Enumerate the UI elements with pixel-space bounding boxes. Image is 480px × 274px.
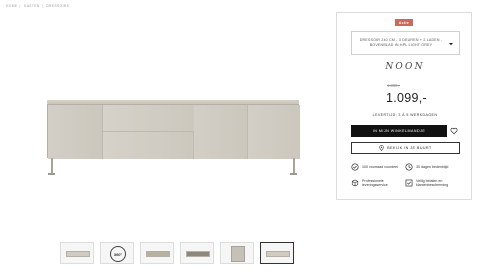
- wishlist-button[interactable]: [448, 125, 460, 137]
- product-info-card: Actie DRESSOIR 240 CM - 3 DEUREN + 2 LAD…: [336, 12, 472, 200]
- box-icon: [351, 179, 359, 187]
- heart-icon: [450, 122, 458, 140]
- image-thumbnails: 360°: [60, 242, 294, 266]
- usp-item: Veilig betalen en klantenbescherming: [405, 179, 454, 188]
- calendar-icon: [405, 163, 413, 171]
- thumbnail-360[interactable]: 360°: [100, 242, 134, 264]
- returns-icon: [351, 163, 359, 171]
- add-to-cart-button[interactable]: In mijn winkelmandje: [351, 125, 447, 137]
- map-pin-icon: [379, 144, 384, 152]
- promo-badge: Actie: [395, 19, 413, 26]
- brand-name: NOON: [385, 62, 425, 72]
- sideboard-door-right: [248, 105, 300, 159]
- product-image-stage[interactable]: [0, 12, 335, 237]
- sideboard-foot: [290, 173, 297, 175]
- usp-text: 30 dagen bedenktijd: [416, 164, 449, 169]
- thumbnail-detail[interactable]: [220, 242, 254, 264]
- rotate-360-icon: 360°: [110, 246, 126, 262]
- chevron-down-icon: [448, 41, 454, 47]
- usp-text: 100 voorraad voordeel: [362, 164, 398, 169]
- old-price: 1.399,-: [387, 83, 401, 88]
- usp-item: 30 dagen bedenktijd: [405, 163, 454, 171]
- delivery-time: Levertijd: 3 à 5 werkdagen: [372, 113, 438, 117]
- thumbnail-front-selected[interactable]: [260, 242, 294, 264]
- usp-item: 100 voorraad voordeel: [351, 163, 400, 171]
- current-price: 1.099,-: [386, 91, 428, 105]
- product-image-sideboard: [47, 100, 300, 175]
- thumbnail-interior[interactable]: [180, 242, 214, 264]
- breadcrumb-kasten[interactable]: Kasten: [24, 4, 40, 8]
- thumbnail-front[interactable]: [60, 242, 94, 264]
- sideboard-body: [47, 104, 300, 159]
- breadcrumb: Home | Kasten | Dressoirs: [6, 4, 70, 8]
- sideboard-drawer-bottom: [103, 132, 194, 159]
- secure-payment-icon: [405, 179, 413, 187]
- breadcrumb-home[interactable]: Home: [6, 4, 18, 8]
- sideboard-door-left: [48, 105, 103, 159]
- usp-item: Professionele leveringsservice: [351, 179, 400, 188]
- sideboard-door-middle: [194, 105, 248, 159]
- breadcrumb-dressoirs[interactable]: Dressoirs: [46, 4, 69, 8]
- sideboard-drawer-top: [103, 105, 194, 132]
- variant-select-value: DRESSOIR 240 CM - 3 DEUREN + 2 LADEN - B…: [359, 38, 443, 47]
- sideboard-foot: [48, 173, 55, 175]
- usp-text: Veilig betalen en klantenbescherming: [416, 179, 449, 188]
- usp-text: Professionele leveringsservice: [362, 179, 388, 188]
- find-in-store-button[interactable]: Bekijk in je buurt: [351, 142, 460, 154]
- variant-select[interactable]: DRESSOIR 240 CM - 3 DEUREN + 2 LADEN - B…: [351, 31, 460, 55]
- find-in-store-label: Bekijk in je buurt: [387, 146, 432, 150]
- thumbnail-angle[interactable]: [140, 242, 174, 264]
